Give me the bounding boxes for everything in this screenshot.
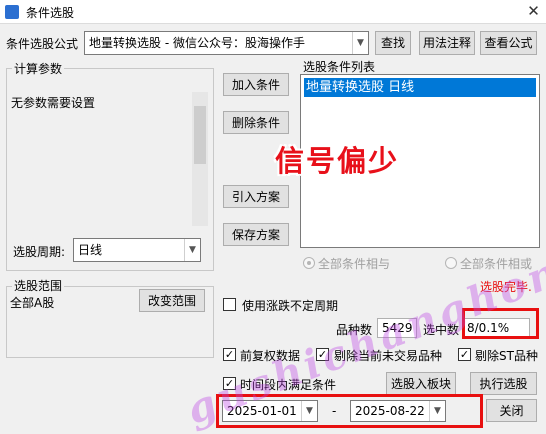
close-button[interactable]: 关闭 <box>486 399 537 422</box>
radio-and[interactable] <box>303 257 315 269</box>
period-value: 日线 <box>78 243 103 257</box>
pre-adjust-checkbox[interactable]: ✓ <box>223 348 236 361</box>
scope-title: 选股范围 <box>12 279 65 293</box>
chevron-down-icon[interactable]: ▼ <box>352 32 368 54</box>
variable-period-label: 使用涨跌不定周期 <box>242 299 339 313</box>
formula-label: 条件选股公式 <box>6 37 79 51</box>
save-scheme-button[interactable]: 保存方案 <box>223 223 289 246</box>
conditions-list-title: 选股条件列表 <box>303 60 376 74</box>
scope-value: 全部A股 <box>10 296 55 310</box>
close-icon[interactable]: ✕ <box>521 0 546 24</box>
exclude-st-label: 剔除ST品种 <box>475 349 538 363</box>
view-formula-button[interactable]: 查看公式 <box>480 31 537 55</box>
radio-and-label: 全部条件相与 <box>318 257 391 271</box>
calc-params-title: 计算参数 <box>12 62 65 76</box>
add-condition-button[interactable]: 加入条件 <box>223 73 289 96</box>
overlay-signal-text: 信号偏少 <box>275 144 400 178</box>
radio-or[interactable] <box>445 257 457 269</box>
period-label: 选股周期: <box>13 245 66 259</box>
title-bar <box>0 0 546 24</box>
find-button[interactable]: 查找 <box>375 31 411 55</box>
chevron-down-icon[interactable]: ▼ <box>184 239 200 261</box>
add-to-block-button[interactable]: 选股入板块 <box>386 372 456 395</box>
usage-notes-button[interactable]: 用法注释 <box>419 31 475 55</box>
change-scope-button[interactable]: 改变范围 <box>139 289 205 312</box>
params-scrollbar[interactable] <box>192 92 208 226</box>
remove-condition-button[interactable]: 删除条件 <box>223 111 289 134</box>
execute-button[interactable]: 执行选股 <box>470 372 537 395</box>
variable-period-checkbox[interactable] <box>223 298 236 311</box>
no-params-text: 无参数需要设置 <box>11 96 96 110</box>
exclude-st-checkbox[interactable]: ✓ <box>458 348 471 361</box>
period-select[interactable]: 日线 ▼ <box>73 238 201 262</box>
import-scheme-button[interactable]: 引入方案 <box>223 185 289 208</box>
window-title: 条件选股 <box>26 6 75 20</box>
app-icon <box>5 5 19 19</box>
scrollbar-thumb[interactable] <box>194 106 206 164</box>
list-item[interactable]: 地量转换选股 日线 <box>304 78 536 97</box>
formula-select[interactable]: 地量转换选股 - 微信公众号：股海操作手 ▼ <box>84 31 369 55</box>
formula-value: 地量转换选股 - 微信公众号：股海操作手 <box>89 36 305 50</box>
